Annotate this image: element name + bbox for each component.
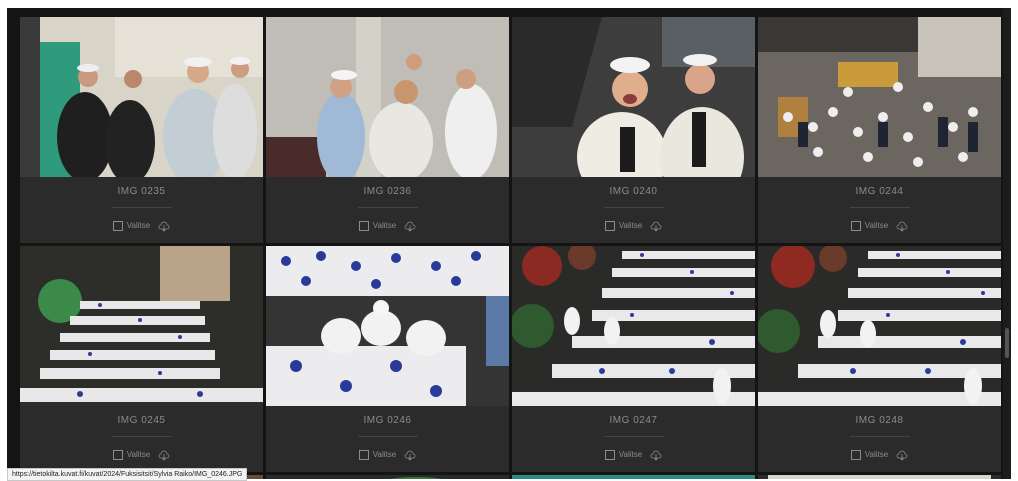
- photo-actions: Valitse: [266, 208, 509, 243]
- select-label: Valitse: [864, 450, 889, 459]
- photo-filename: IMG 0235: [117, 186, 166, 197]
- scrollbar-thumb[interactable]: [1005, 328, 1009, 358]
- photo-card[interactable]: IMG 0244 Valitse: [758, 17, 1001, 243]
- photo-card-partial[interactable]: [512, 475, 755, 479]
- photo-thumbnail[interactable]: [20, 17, 263, 177]
- photo-card[interactable]: IMG 0246 Valitse: [266, 246, 509, 472]
- photo-actions: Valitse: [758, 437, 1001, 472]
- photo-thumbnail[interactable]: [758, 17, 1001, 177]
- status-bar-url: https://tietokilta.kuvat.fi/kuvat/2024/F…: [7, 468, 248, 481]
- photo-thumbnail[interactable]: [758, 246, 1001, 406]
- select-label: Valitse: [126, 221, 151, 230]
- photo-card-partial[interactable]: [758, 475, 1001, 479]
- download-icon[interactable]: [158, 449, 170, 461]
- photo-card[interactable]: IMG 0245 Valitse: [20, 246, 263, 472]
- download-icon[interactable]: [158, 220, 170, 232]
- select-checkbox[interactable]: Valitse: [604, 449, 643, 460]
- download-icon[interactable]: [650, 220, 662, 232]
- photo-actions: Valitse: [512, 437, 755, 472]
- photo-filename: IMG 0244: [855, 186, 904, 197]
- select-label: Valitse: [372, 450, 397, 459]
- photo-actions: Valitse: [20, 437, 263, 472]
- checkbox-box[interactable]: [112, 449, 123, 460]
- select-checkbox[interactable]: Valitse: [358, 220, 397, 231]
- checkbox-box[interactable]: [604, 449, 615, 460]
- download-icon[interactable]: [896, 449, 908, 461]
- scrollbar[interactable]: [1003, 8, 1011, 479]
- checkbox-box[interactable]: [358, 220, 369, 231]
- photo-card[interactable]: IMG 0235 Valitse: [20, 17, 263, 243]
- select-checkbox[interactable]: Valitse: [604, 220, 643, 231]
- photo-card[interactable]: IMG 0248 Valitse: [758, 246, 1001, 472]
- photo-actions: Valitse: [512, 208, 755, 243]
- download-icon[interactable]: [896, 220, 908, 232]
- photo-card[interactable]: IMG 0240 Valitse: [512, 17, 755, 243]
- photo-filename: IMG 0236: [363, 186, 412, 197]
- select-checkbox[interactable]: Valitse: [850, 449, 889, 460]
- photo-gallery-grid: IMG 0235 Valitse IMG 0236 Valitse IMG 02…: [20, 17, 1001, 479]
- photo-thumbnail[interactable]: [512, 246, 755, 406]
- photo-actions: Valitse: [20, 208, 263, 243]
- select-label: Valitse: [126, 450, 151, 459]
- photo-filename: IMG 0247: [609, 415, 658, 426]
- checkbox-box[interactable]: [604, 220, 615, 231]
- select-label: Valitse: [618, 221, 643, 230]
- photo-filename: IMG 0248: [855, 415, 904, 426]
- photo-thumbnail[interactable]: [266, 246, 509, 406]
- checkbox-box[interactable]: [850, 449, 861, 460]
- photo-thumbnail[interactable]: [512, 17, 755, 177]
- select-label: Valitse: [372, 221, 397, 230]
- photo-filename: IMG 0240: [609, 186, 658, 197]
- select-label: Valitse: [864, 221, 889, 230]
- download-icon[interactable]: [404, 449, 416, 461]
- gallery-window: IMG 0235 Valitse IMG 0236 Valitse IMG 02…: [7, 8, 1011, 479]
- checkbox-box[interactable]: [112, 220, 123, 231]
- select-checkbox[interactable]: Valitse: [112, 220, 151, 231]
- photo-filename: IMG 0245: [117, 415, 166, 426]
- select-checkbox[interactable]: Valitse: [850, 220, 889, 231]
- download-icon[interactable]: [404, 220, 416, 232]
- checkbox-box[interactable]: [358, 449, 369, 460]
- checkbox-box[interactable]: [850, 220, 861, 231]
- select-label: Valitse: [618, 450, 643, 459]
- photo-actions: Valitse: [758, 208, 1001, 243]
- select-checkbox[interactable]: Valitse: [358, 449, 397, 460]
- photo-card[interactable]: IMG 0247 Valitse: [512, 246, 755, 472]
- download-icon[interactable]: [650, 449, 662, 461]
- photo-thumbnail[interactable]: [20, 246, 263, 406]
- photo-thumbnail[interactable]: [266, 17, 509, 177]
- photo-card-partial[interactable]: [266, 475, 509, 479]
- photo-actions: Valitse: [266, 437, 509, 472]
- select-checkbox[interactable]: Valitse: [112, 449, 151, 460]
- photo-card[interactable]: IMG 0236 Valitse: [266, 17, 509, 243]
- photo-filename: IMG 0246: [363, 415, 412, 426]
